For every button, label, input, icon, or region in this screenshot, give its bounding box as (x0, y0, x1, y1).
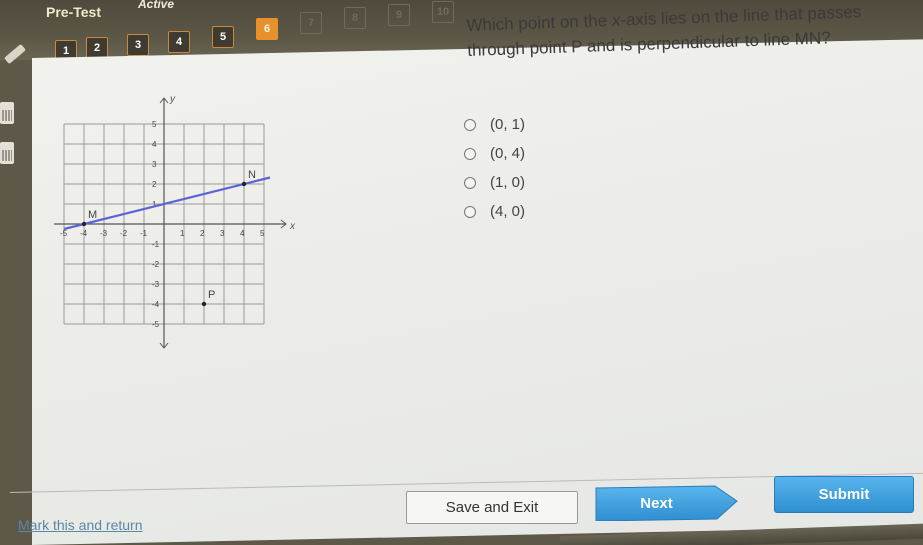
x-tick-label: 3 (220, 229, 225, 238)
answer-options: (0, 1) (0, 4) (1, 0) (4, 0) (464, 110, 525, 226)
option-label: (4, 0) (490, 203, 526, 220)
point-n (241, 181, 247, 187)
x-tick-label: 4 (240, 229, 245, 238)
radio-button[interactable] (464, 147, 476, 160)
screen-edge (560, 523, 923, 545)
x-tick-label: -1 (140, 229, 148, 238)
x-tick-label: 5 (260, 229, 265, 238)
y-tick-label: 2 (152, 180, 157, 189)
answer-option[interactable]: (4, 0) (464, 197, 525, 226)
y-tick-label: -1 (152, 240, 160, 249)
answer-option[interactable]: (1, 0) (464, 168, 525, 197)
x-tick-label: 1 (180, 229, 185, 238)
option-label: (0, 4) (490, 145, 526, 162)
x-axis-label: x (289, 221, 296, 232)
option-label: (0, 1) (490, 116, 526, 133)
x-tick-label: 2 (200, 229, 205, 238)
radio-button[interactable] (464, 176, 476, 189)
question-text-part: Which point on the (466, 10, 613, 35)
point-label-m: M (88, 209, 97, 221)
point-p (201, 301, 207, 307)
point-label-p: P (208, 289, 215, 301)
x-tick-label: -3 (100, 229, 108, 238)
y-tick-label: -4 (152, 300, 160, 309)
x-tick-label: -5 (60, 229, 68, 238)
y-tick-label: -3 (152, 280, 160, 289)
line-mn (63, 176, 271, 231)
question-text: Which point on the x-axis lies on the li… (466, 0, 907, 63)
y-tick-label: -2 (152, 260, 160, 269)
mark-and-return-link[interactable]: Mark this and return (18, 517, 143, 533)
y-axis-label: y (169, 94, 176, 105)
point-label-n: N (248, 169, 256, 181)
radio-button[interactable] (464, 205, 476, 218)
point-m (81, 221, 87, 227)
y-tick-label: 4 (152, 140, 157, 149)
radio-button[interactable] (464, 118, 476, 131)
next-label: Next (640, 494, 673, 512)
answer-option[interactable]: (0, 1) (464, 110, 525, 139)
next-button[interactable]: Next (595, 485, 738, 521)
x-tick-label: -2 (120, 229, 128, 238)
save-and-exit-button[interactable]: Save and Exit (406, 491, 578, 524)
x-tick-label: -4 (80, 229, 88, 238)
option-label: (1, 0) (490, 174, 526, 191)
coordinate-graph: xy-5 -4 -3 -2 -1 1 2 3 4 554321-1-2-3-4-5MNP (54, 94, 296, 349)
submit-button[interactable]: Submit (774, 476, 914, 513)
y-tick-label: 3 (152, 160, 157, 169)
answer-option[interactable]: (0, 4) (464, 139, 525, 168)
y-tick-label: -5 (152, 320, 160, 329)
y-tick-label: 5 (152, 120, 157, 129)
